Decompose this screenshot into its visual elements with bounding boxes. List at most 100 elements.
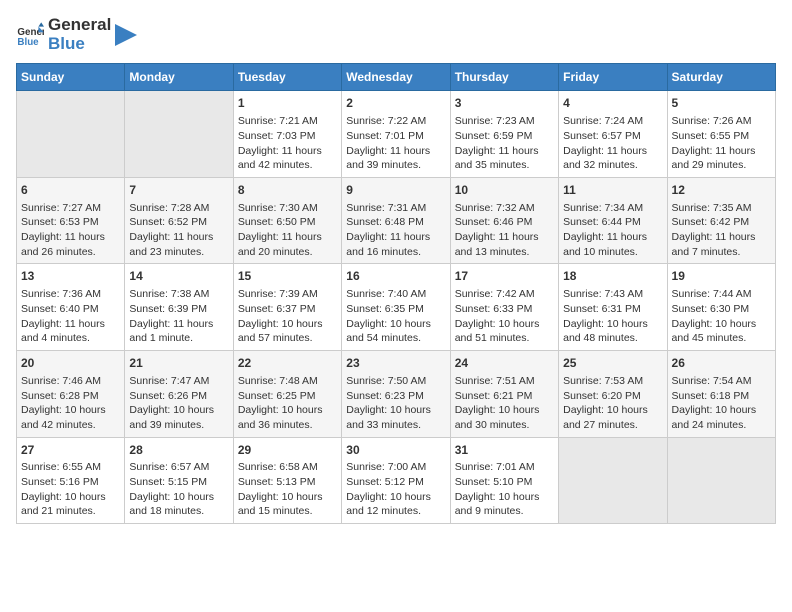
day-info: Daylight: 10 hours and 48 minutes. <box>563 317 662 346</box>
day-number: 2 <box>346 95 445 112</box>
day-info: Sunrise: 7:39 AM <box>238 287 337 302</box>
day-number: 15 <box>238 268 337 285</box>
calendar-cell: 1Sunrise: 7:21 AMSunset: 7:03 PMDaylight… <box>233 91 341 178</box>
calendar-cell: 6Sunrise: 7:27 AMSunset: 6:53 PMDaylight… <box>17 177 125 264</box>
day-info: Daylight: 11 hours and 39 minutes. <box>346 144 445 173</box>
day-info: Sunset: 6:44 PM <box>563 215 662 230</box>
calendar-cell: 5Sunrise: 7:26 AMSunset: 6:55 PMDaylight… <box>667 91 775 178</box>
day-info: Sunrise: 7:51 AM <box>455 374 554 389</box>
day-number: 17 <box>455 268 554 285</box>
day-info: Daylight: 10 hours and 15 minutes. <box>238 490 337 519</box>
day-info: Daylight: 10 hours and 51 minutes. <box>455 317 554 346</box>
calendar-cell: 29Sunrise: 6:58 AMSunset: 5:13 PMDayligh… <box>233 437 341 524</box>
day-number: 30 <box>346 442 445 459</box>
day-number: 6 <box>21 182 120 199</box>
day-info: Sunset: 6:50 PM <box>238 215 337 230</box>
weekday-header: Wednesday <box>342 64 450 91</box>
header-row: SundayMondayTuesdayWednesdayThursdayFrid… <box>17 64 776 91</box>
calendar-body: 1Sunrise: 7:21 AMSunset: 7:03 PMDaylight… <box>17 91 776 524</box>
day-info: Daylight: 10 hours and 39 minutes. <box>129 403 228 432</box>
day-number: 3 <box>455 95 554 112</box>
calendar-week-row: 27Sunrise: 6:55 AMSunset: 5:16 PMDayligh… <box>17 437 776 524</box>
calendar-cell: 9 Sunrise: 7:31 AMSunset: 6:48 PMDaylight… <box>342 177 450 264</box>
logo-icon: General Blue <box>16 21 44 49</box>
day-info: Sunrise: 7:40 AM <box>346 287 445 302</box>
day-number: 31 <box>455 442 554 459</box>
calendar-cell <box>17 91 125 178</box>
calendar-cell: 17 Sunrise: 7:42 AMSunset: 6:33 PMDayligh… <box>450 264 558 351</box>
day-info: Daylight: 11 hours and 4 minutes. <box>21 317 120 346</box>
calendar-header: SundayMondayTuesdayWednesdayThursdayFrid… <box>17 64 776 91</box>
day-info: Sunrise: 7:26 AM <box>672 114 771 129</box>
day-info: Daylight: 10 hours and 24 minutes. <box>672 403 771 432</box>
day-info: Sunrise: 7:38 AM <box>129 287 228 302</box>
calendar-cell: 8Sunrise: 7:30 AMSunset: 6:50 PMDaylight… <box>233 177 341 264</box>
day-info: Sunset: 5:10 PM <box>455 475 554 490</box>
day-info: Daylight: 10 hours and 54 minutes. <box>346 317 445 346</box>
day-info: Sunset: 5:13 PM <box>238 475 337 490</box>
calendar-week-row: 20Sunrise: 7:46 AMSunset: 6:28 PMDayligh… <box>17 351 776 438</box>
calendar-cell: 31Sunrise: 7:01 AMSunset: 5:10 PMDayligh… <box>450 437 558 524</box>
calendar-cell: 25Sunrise: 7:53 AMSunset: 6:20 PMDayligh… <box>559 351 667 438</box>
day-info: Daylight: 11 hours and 26 minutes. <box>21 230 120 259</box>
day-info: Daylight: 11 hours and 35 minutes. <box>455 144 554 173</box>
day-info: Sunset: 5:12 PM <box>346 475 445 490</box>
day-info: Sunrise: 7:31 AM <box>346 201 445 216</box>
day-info: Sunrise: 7:30 AM <box>238 201 337 216</box>
calendar-cell: 15Sunrise: 7:39 AMSunset: 6:37 PMDayligh… <box>233 264 341 351</box>
day-info: Sunset: 5:15 PM <box>129 475 228 490</box>
weekday-header: Sunday <box>17 64 125 91</box>
day-number: 28 <box>129 442 228 459</box>
day-info: Sunset: 5:16 PM <box>21 475 120 490</box>
day-info: Daylight: 10 hours and 12 minutes. <box>346 490 445 519</box>
calendar-cell: 24Sunrise: 7:51 AMSunset: 6:21 PMDayligh… <box>450 351 558 438</box>
calendar-cell: 28Sunrise: 6:57 AMSunset: 5:15 PMDayligh… <box>125 437 233 524</box>
logo: General Blue General Blue <box>16 16 137 53</box>
day-info: Sunset: 7:01 PM <box>346 129 445 144</box>
day-info: Sunset: 6:26 PM <box>129 389 228 404</box>
weekday-header: Friday <box>559 64 667 91</box>
day-info: Sunset: 6:25 PM <box>238 389 337 404</box>
day-number: 29 <box>238 442 337 459</box>
day-info: Sunrise: 7:36 AM <box>21 287 120 302</box>
calendar-cell: 19Sunrise: 7:44 AMSunset: 6:30 PMDayligh… <box>667 264 775 351</box>
calendar-cell: 20Sunrise: 7:46 AMSunset: 6:28 PMDayligh… <box>17 351 125 438</box>
day-info: Daylight: 11 hours and 42 minutes. <box>238 144 337 173</box>
day-info: Sunset: 6:23 PM <box>346 389 445 404</box>
day-info: Sunset: 6:33 PM <box>455 302 554 317</box>
day-info: Daylight: 11 hours and 10 minutes. <box>563 230 662 259</box>
day-info: Sunset: 6:48 PM <box>346 215 445 230</box>
day-info: Sunrise: 7:42 AM <box>455 287 554 302</box>
day-info: Daylight: 11 hours and 23 minutes. <box>129 230 228 259</box>
day-info: Sunrise: 7:27 AM <box>21 201 120 216</box>
day-info: Sunrise: 7:48 AM <box>238 374 337 389</box>
day-info: Sunset: 6:39 PM <box>129 302 228 317</box>
calendar-week-row: 1Sunrise: 7:21 AMSunset: 7:03 PMDaylight… <box>17 91 776 178</box>
day-number: 23 <box>346 355 445 372</box>
day-info: Sunrise: 6:55 AM <box>21 460 120 475</box>
calendar-cell: 10Sunrise: 7:32 AMSunset: 6:46 PMDayligh… <box>450 177 558 264</box>
day-number: 24 <box>455 355 554 372</box>
calendar-cell: 14Sunrise: 7:38 AMSunset: 6:39 PMDayligh… <box>125 264 233 351</box>
day-number: 22 <box>238 355 337 372</box>
calendar-cell: 13Sunrise: 7:36 AMSunset: 6:40 PMDayligh… <box>17 264 125 351</box>
calendar-cell: 2Sunrise: 7:22 AMSunset: 7:01 PMDaylight… <box>342 91 450 178</box>
calendar-cell: 23Sunrise: 7:50 AMSunset: 6:23 PMDayligh… <box>342 351 450 438</box>
day-info: Daylight: 11 hours and 16 minutes. <box>346 230 445 259</box>
day-info: Sunrise: 7:53 AM <box>563 374 662 389</box>
day-info: Daylight: 10 hours and 21 minutes. <box>21 490 120 519</box>
day-info: Sunset: 6:35 PM <box>346 302 445 317</box>
day-info: Daylight: 11 hours and 7 minutes. <box>672 230 771 259</box>
day-info: Sunrise: 7:50 AM <box>346 374 445 389</box>
calendar-table: SundayMondayTuesdayWednesdayThursdayFrid… <box>16 63 776 524</box>
day-number: 26 <box>672 355 771 372</box>
day-info: Sunrise: 7:47 AM <box>129 374 228 389</box>
day-info: Sunrise: 7:46 AM <box>21 374 120 389</box>
day-number: 18 <box>563 268 662 285</box>
day-number: 9 <box>346 182 445 199</box>
day-info: Daylight: 10 hours and 36 minutes. <box>238 403 337 432</box>
calendar-cell: 27Sunrise: 6:55 AMSunset: 5:16 PMDayligh… <box>17 437 125 524</box>
day-number: 7 <box>129 182 228 199</box>
day-number: 11 <box>563 182 662 199</box>
day-info: Sunset: 6:28 PM <box>21 389 120 404</box>
